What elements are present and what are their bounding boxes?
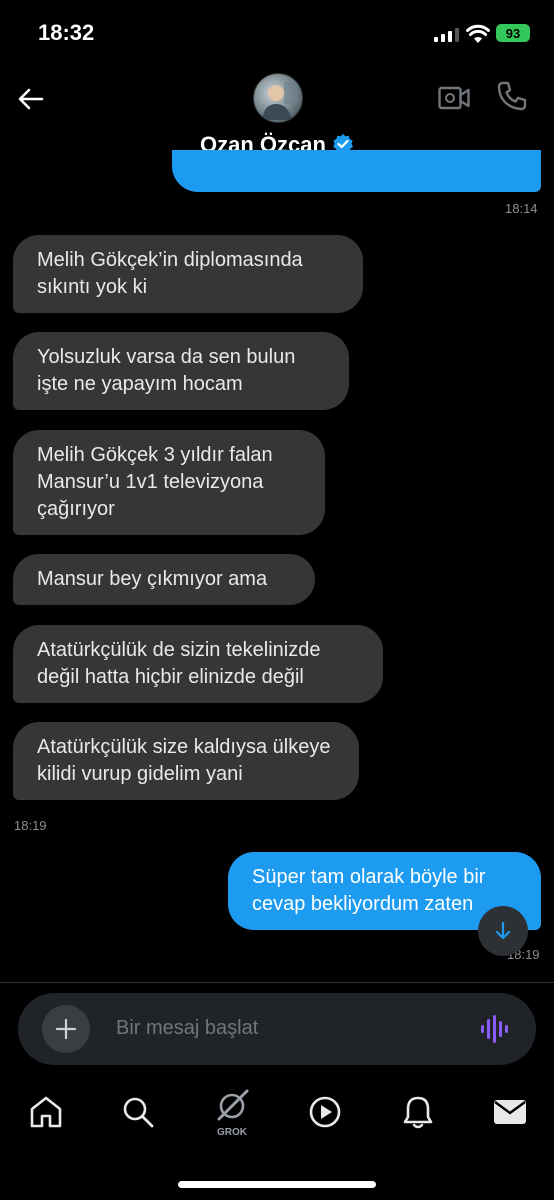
notifications-bell-icon[interactable] [400, 1094, 436, 1130]
messages-envelope-icon[interactable] [492, 1094, 528, 1130]
video-play-icon[interactable] [307, 1094, 343, 1130]
received-message[interactable]: Yolsuzluk varsa da sen bulun işte ne yap… [13, 332, 349, 410]
grok-icon[interactable] [214, 1088, 250, 1124]
arrow-down-icon [495, 921, 511, 940]
cellular-signal-icon [434, 28, 459, 42]
wifi-icon [466, 24, 490, 43]
message-composer[interactable] [18, 993, 536, 1065]
received-message[interactable]: Melih Gökçek 3 yıldır falan Mansur’u 1v1… [13, 430, 325, 535]
status-time: 18:32 [38, 20, 95, 45]
home-indicator [178, 1181, 376, 1188]
video-call-icon[interactable] [438, 84, 470, 112]
sent-timestamp: 18:14 [505, 201, 538, 216]
composer-divider [0, 982, 554, 983]
received-message[interactable]: Atatürkçülük de sizin tekelinizde değil … [13, 625, 383, 703]
scroll-to-bottom-button[interactable] [478, 906, 528, 956]
previous-sent-message [172, 150, 541, 192]
grok-label: GROK [217, 1127, 247, 1138]
plus-icon [55, 1018, 77, 1040]
received-message[interactable]: Mansur bey çıkmıyor ama [13, 554, 315, 605]
voice-message-icon[interactable] [479, 1014, 511, 1044]
phone-call-icon[interactable] [496, 80, 528, 112]
search-icon[interactable] [120, 1094, 156, 1130]
received-timestamp: 18:19 [14, 818, 47, 833]
back-arrow-icon[interactable] [16, 84, 46, 114]
received-message[interactable]: Melih Gökçek’in diplomasında sıkıntı yok… [13, 235, 363, 313]
received-message[interactable]: Atatürkçülük size kaldıysa ülkeye kilidi… [13, 722, 359, 800]
home-icon[interactable] [28, 1094, 64, 1130]
message-input[interactable]: Bir mesaj başlat [116, 1017, 258, 1040]
avatar-person-icon [262, 82, 298, 120]
battery-level: 93 [505, 25, 521, 41]
contact-avatar[interactable] [253, 73, 303, 123]
add-attachment-button[interactable] [42, 1005, 90, 1053]
battery-indicator: 93 [496, 24, 530, 42]
